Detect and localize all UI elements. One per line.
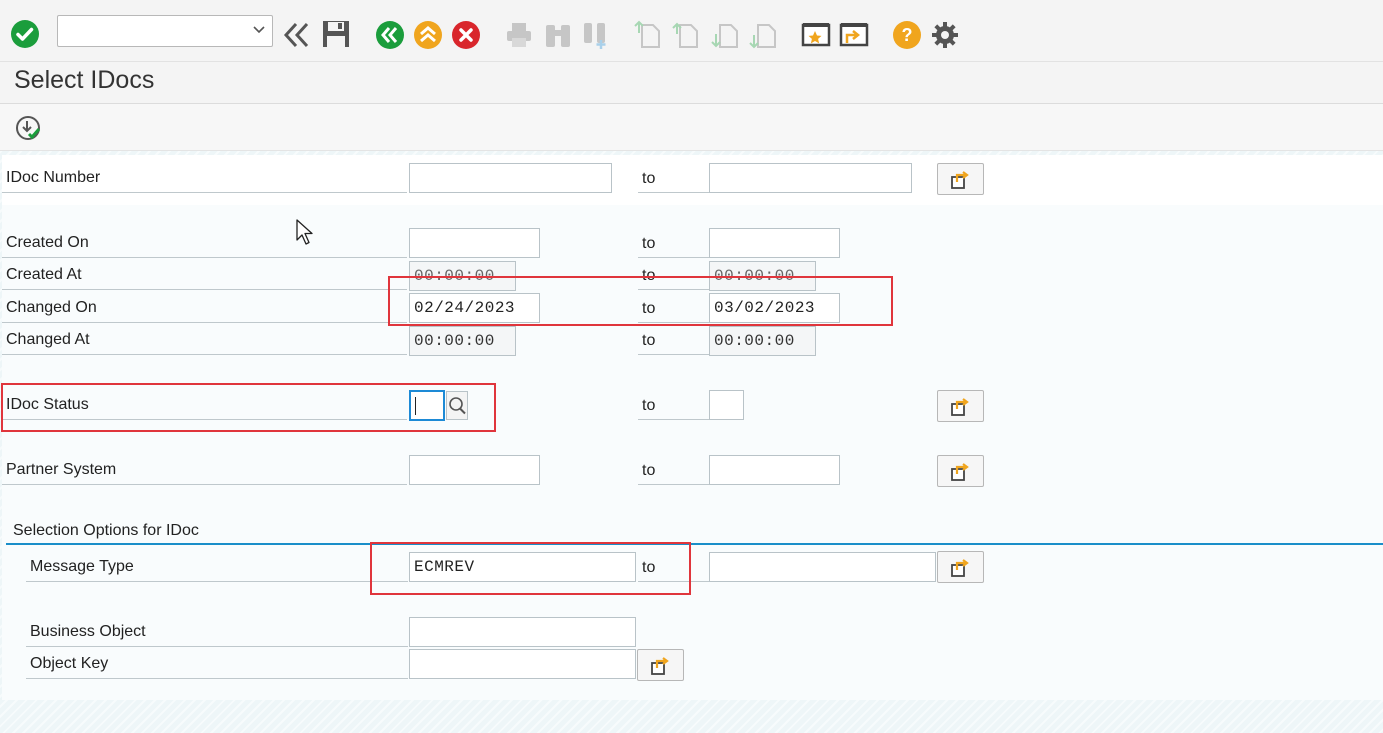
multiple-selection-icon (951, 559, 969, 577)
idoc-status-from-field[interactable] (409, 390, 445, 421)
help-icon[interactable]: ? (892, 20, 922, 55)
object-key-label: Object Key (26, 650, 408, 679)
command-field[interactable] (57, 15, 273, 47)
back-double-icon[interactable] (283, 21, 315, 54)
changed-at-label: Changed At (2, 326, 407, 355)
search-icon (449, 397, 466, 415)
svg-text:?: ? (902, 25, 913, 45)
create-shortcut-icon[interactable] (838, 19, 870, 54)
idoc-number-from-field[interactable] (409, 163, 612, 193)
first-page-icon (634, 20, 664, 55)
save-icon[interactable] (321, 19, 351, 54)
idoc-number-to-field[interactable] (709, 163, 912, 193)
created-on-to-label: to (638, 229, 710, 258)
page-title: Select IDocs (14, 66, 155, 94)
idoc-number-multiple-selection-button[interactable] (937, 163, 984, 195)
idoc-status-multiple-selection-button[interactable] (937, 390, 984, 422)
business-object-field[interactable] (409, 617, 636, 647)
partner-system-from-field[interactable] (409, 455, 540, 485)
multiple-selection-icon (951, 171, 969, 189)
message-type-from-field[interactable]: ECMREV (409, 552, 636, 582)
idoc-status-to-field[interactable] (709, 390, 744, 420)
enter-icon[interactable] (10, 19, 40, 54)
business-object-label: Business Object (26, 618, 408, 647)
title-bar: Select IDocs (0, 62, 1383, 104)
multiple-selection-icon (651, 657, 669, 675)
message-type-to-label: to (638, 553, 710, 582)
partner-system-to-field[interactable] (709, 455, 840, 485)
execute-icon[interactable] (15, 115, 43, 148)
settings-icon[interactable] (930, 20, 960, 55)
changed-at-from-field[interactable]: 00:00:00 (409, 326, 516, 356)
idoc-status-to-label: to (638, 391, 710, 420)
idoc-status-label: IDoc Status (2, 391, 407, 420)
last-page-icon (748, 20, 778, 55)
object-key-field[interactable] (409, 649, 636, 679)
multiple-selection-icon (951, 398, 969, 416)
changed-on-label: Changed On (2, 294, 407, 323)
group-divider (6, 543, 1383, 545)
partner-system-to-label: to (638, 456, 710, 485)
text-cursor (415, 397, 416, 415)
created-on-to-field[interactable] (709, 228, 840, 258)
message-type-multiple-selection-button[interactable] (937, 551, 984, 583)
message-type-label: Message Type (26, 553, 408, 582)
application-toolbar (0, 104, 1383, 151)
idoc-status-value-help-button[interactable] (446, 391, 468, 420)
selection-options-title: Selection Options for IDoc (13, 522, 199, 539)
new-session-icon[interactable] (800, 19, 832, 54)
created-at-to-field[interactable]: 00:00:00 (709, 261, 816, 291)
created-on-label: Created On (2, 229, 407, 258)
created-on-from-field[interactable] (409, 228, 540, 258)
cancel-icon[interactable] (451, 20, 481, 55)
system-toolbar: ? (0, 0, 1383, 62)
created-at-from-field[interactable]: 00:00:00 (409, 261, 516, 291)
changed-on-from-field[interactable]: 02/24/2023 (409, 293, 540, 323)
print-icon (504, 20, 534, 55)
previous-page-icon (672, 20, 702, 55)
object-key-multiple-selection-button[interactable] (637, 649, 684, 681)
partner-system-multiple-selection-button[interactable] (937, 455, 984, 487)
partner-system-label: Partner System (2, 456, 407, 485)
next-page-icon (710, 20, 740, 55)
find-icon (543, 20, 573, 55)
multiple-selection-icon (951, 463, 969, 481)
exit-icon[interactable] (413, 20, 443, 55)
message-type-to-field[interactable] (709, 552, 936, 582)
changed-at-to-label: to (638, 326, 710, 355)
changed-on-to-label: to (638, 294, 710, 323)
idoc-number-to-label: to (638, 164, 710, 193)
idoc-number-label: IDoc Number (2, 164, 407, 193)
changed-at-to-field[interactable]: 00:00:00 (709, 326, 816, 356)
changed-on-to-field[interactable]: 03/02/2023 (709, 293, 840, 323)
created-at-to-label: to (638, 261, 710, 290)
chevron-down-icon[interactable] (252, 22, 266, 38)
created-at-label: Created At (2, 261, 407, 290)
mouse-pointer-icon (296, 219, 316, 252)
back-icon[interactable] (375, 20, 405, 55)
find-next-icon (581, 20, 611, 55)
command-input[interactable] (62, 17, 242, 45)
